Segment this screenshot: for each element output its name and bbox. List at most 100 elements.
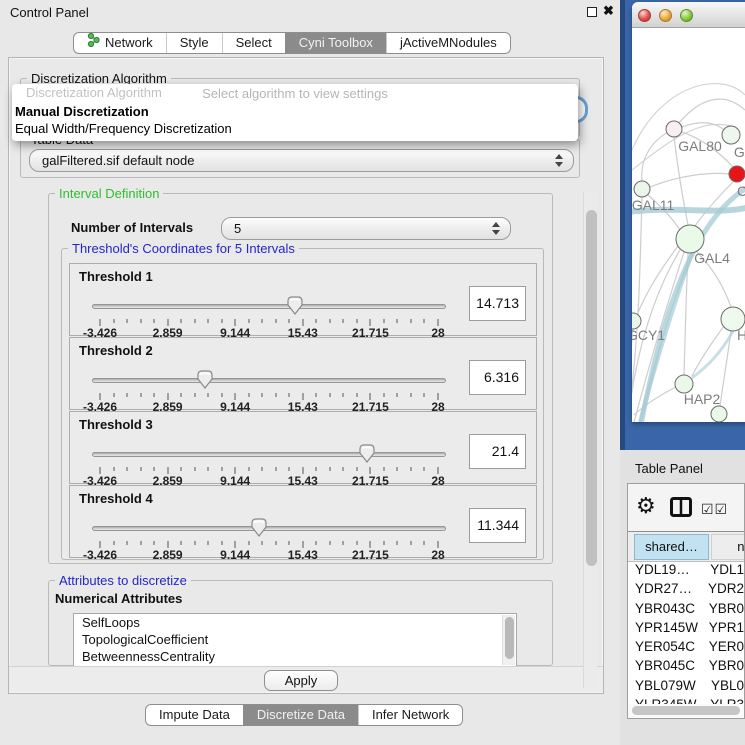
node-label: C (737, 183, 745, 199)
threshold-label: Threshold 4 (79, 491, 153, 506)
zoom-traffic-light-icon[interactable] (680, 9, 693, 22)
slider-thumb[interactable] (251, 518, 267, 537)
network-node-ga[interactable] (722, 126, 740, 144)
threshold-row: Threshold 2 -3.4262.8599.14415.4321.7152… (69, 337, 537, 410)
tab-jactivemnodules[interactable]: jActiveMNodules (386, 33, 510, 53)
columns-icon[interactable] (670, 497, 692, 522)
tab-network[interactable]: Network (74, 33, 166, 53)
list-item[interactable]: BetweennessCentrality (74, 648, 516, 665)
float-window-icon[interactable] (587, 7, 597, 17)
slider-thumb[interactable] (287, 296, 303, 315)
table-row[interactable]: YPR145WYPR1 (628, 620, 744, 639)
cell-name[interactable]: YBR0 (701, 601, 744, 620)
cell-name[interactable]: YER0 (701, 639, 744, 658)
tab-network-label: Network (105, 33, 153, 53)
cell-name[interactable]: YDL1 (702, 562, 744, 581)
node-label: GA (734, 144, 745, 160)
scrollbar-thumb[interactable] (586, 210, 597, 566)
table-body[interactable]: YDL19…YDL1YDR27…YDR2YBR043CYBR0YPR145WYP… (628, 562, 744, 704)
threshold-value-field[interactable]: 14.713 (469, 286, 526, 321)
list-item[interactable]: TopologicalCoefficient (74, 631, 516, 648)
cell-name[interactable]: YDR2 (700, 581, 744, 600)
threshold-slider[interactable]: -3.4262.8599.14415.4321.71528 (92, 298, 446, 336)
network-node-unnamed[interactable] (711, 406, 727, 422)
column-header-name[interactable]: name (711, 534, 745, 560)
slider-thumb[interactable] (197, 370, 213, 389)
combo-stepper-icon (492, 222, 501, 235)
cell-shared-name[interactable]: YER054C (628, 639, 701, 658)
algorithm-option-equal-width[interactable]: Equal Width/Frequency Discretization (15, 121, 232, 136)
cyni-bottom-tabs: Impute Data Discretize Data Infer Networ… (145, 704, 463, 726)
minimize-traffic-light-icon[interactable] (659, 9, 672, 22)
network-node-gal4[interactable] (676, 225, 704, 253)
network-window-titlebar[interactable] (632, 2, 745, 28)
table-row[interactable]: YER054CYER0 (628, 639, 744, 658)
network-edge[interactable] (692, 331, 733, 378)
tab-impute-data[interactable]: Impute Data (146, 705, 243, 725)
table-row[interactable]: YDL19…YDL1 (628, 562, 744, 581)
cell-name[interactable]: YBR0 (701, 658, 744, 677)
cell-shared-name[interactable]: YBR045C (628, 658, 701, 677)
cell-shared-name[interactable]: YLR345W (628, 697, 702, 704)
number-of-intervals-value: 5 (234, 221, 241, 236)
network-node-gal80[interactable] (666, 121, 682, 137)
gear-icon[interactable]: ⚙ (636, 493, 656, 519)
tab-cyni-toolbox-label: Cyni Toolbox (299, 33, 373, 53)
apply-button[interactable]: Apply (264, 670, 338, 691)
table-panel-title: Table Panel (635, 461, 703, 476)
slider-thumb[interactable] (359, 444, 375, 463)
tab-discretize-data-label: Discretize Data (257, 705, 345, 725)
network-view-frame: GAL80GACGAL11GAL4GCY1HHAP2 (620, 0, 745, 450)
network-node-c[interactable] (729, 166, 745, 182)
table-row[interactable]: YBR045CYBR0 (628, 658, 744, 677)
table-data-combobox[interactable]: galFiltered.sif default node (29, 149, 574, 172)
tab-style[interactable]: Style (166, 33, 222, 53)
table-row[interactable]: YLR345WYLR3 (628, 697, 744, 704)
table-hscrollbar[interactable] (632, 706, 740, 715)
close-icon[interactable]: ✖ (603, 3, 614, 19)
list-item[interactable]: SelfLoops (74, 614, 516, 631)
table-row[interactable]: YBL079WYBL0 (628, 678, 744, 697)
column-header-shared-name[interactable]: shared… (634, 534, 709, 560)
cell-shared-name[interactable]: YBL079W (628, 678, 703, 697)
threshold-label: Threshold 3 (79, 417, 153, 432)
threshold-value-field[interactable]: 6.316 (469, 360, 526, 395)
control-panel-tabs: Network Style Select Cyni Toolbox jActiv… (73, 32, 511, 54)
interval-definition-title: Interval Definition (55, 186, 163, 201)
table-row[interactable]: YBR043CYBR0 (628, 601, 744, 620)
tab-infer-network[interactable]: Infer Network (358, 705, 462, 725)
number-of-intervals-combobox[interactable]: 5 (221, 217, 511, 240)
select-columns-checkboxes-icon[interactable]: ☑☑ (701, 501, 728, 518)
network-canvas[interactable]: GAL80GACGAL11GAL4GCY1HHAP2 (632, 28, 745, 422)
scrollbar-thumb[interactable] (632, 706, 740, 715)
algorithm-dropdown-popup: Discretization Algorithm Select algorith… (12, 84, 578, 141)
network-edge[interactable] (642, 129, 674, 181)
algorithm-hint-option[interactable]: Select algorithm to view settings (12, 86, 578, 101)
threshold-slider[interactable]: -3.4262.8599.14415.4321.71528 (92, 372, 446, 410)
network-edge[interactable] (650, 173, 729, 187)
threshold-value-field[interactable]: 11.344 (469, 508, 526, 543)
threshold-value-field[interactable]: 21.4 (469, 434, 526, 469)
threshold-slider[interactable]: -3.4262.8599.14415.4321.71528 (92, 446, 446, 484)
close-traffic-light-icon[interactable] (638, 9, 651, 22)
tab-select[interactable]: Select (222, 33, 285, 53)
tab-discretize-data[interactable]: Discretize Data (243, 705, 358, 725)
network-edge[interactable] (632, 197, 642, 420)
table-panel-box: ⚙ ☑☑ shared… name YDL19…YDL1YDR27…YDR2YB… (627, 483, 745, 719)
cell-shared-name[interactable]: YDL19… (628, 562, 702, 581)
tab-cyni-toolbox[interactable]: Cyni Toolbox (285, 33, 386, 53)
algorithm-option-manual[interactable]: Manual Discretization (15, 104, 149, 119)
cell-name[interactable]: YBL0 (703, 678, 744, 697)
cell-name[interactable]: YPR1 (701, 620, 744, 639)
network-node-gal11[interactable] (634, 181, 650, 197)
cell-shared-name[interactable]: YBR043C (628, 601, 701, 620)
network-graph: GAL80GACGAL11GAL4GCY1HHAP2 (632, 28, 745, 422)
cell-shared-name[interactable]: YPR145W (628, 620, 701, 639)
list-scrollbar[interactable] (502, 615, 515, 665)
panel-scrollbar[interactable] (583, 192, 597, 688)
table-row[interactable]: YDR27…YDR2 (628, 581, 744, 600)
threshold-slider[interactable]: -3.4262.8599.14415.4321.71528 (92, 520, 446, 558)
cell-name[interactable]: YLR3 (702, 697, 744, 704)
numerical-attributes-list[interactable]: SelfLoops TopologicalCoefficient Between… (73, 613, 517, 667)
cell-shared-name[interactable]: YDR27… (628, 581, 700, 600)
